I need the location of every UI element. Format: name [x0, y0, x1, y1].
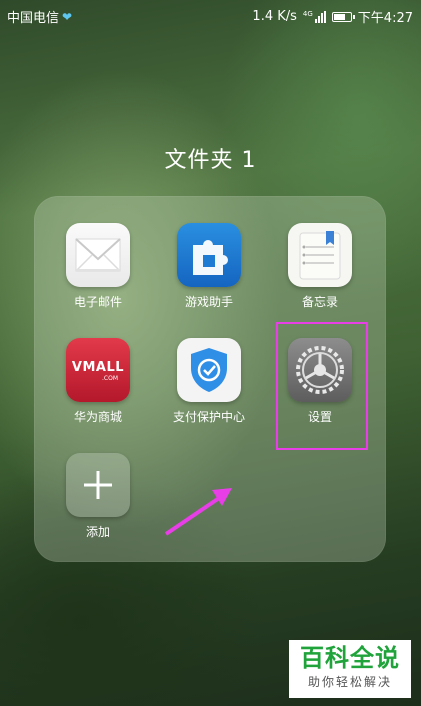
pointer-arrow-icon [164, 488, 232, 536]
vmall-icon: VMALL .COM [66, 338, 130, 402]
vmall-logo-subtext: .COM [102, 375, 118, 382]
carrier-group: 中国电信 ❤ [7, 7, 73, 27]
app-label: 支付保护中心 [172, 410, 245, 424]
app-label: 电子邮件 [73, 295, 122, 309]
app-vmall[interactable]: VMALL .COM 华为商城 [43, 338, 153, 425]
battery-icon [331, 11, 355, 22]
network-speed: 1.4 K/s [252, 9, 297, 24]
status-bar: 中国电信 ❤ 1.4 K/s 4G 下午4:27 [0, 0, 421, 32]
add-app-button[interactable]: 添加 [43, 453, 153, 540]
app-label: 游戏助手 [184, 295, 233, 309]
notepad-icon [288, 223, 352, 287]
app-email[interactable]: 电子邮件 [43, 223, 153, 310]
watermark-title: 百科全说 [300, 644, 400, 672]
watermark-subtitle: 助你轻松解决 [307, 675, 392, 689]
carrier-name: 中国电信 [7, 11, 60, 26]
app-label: 备忘录 [301, 295, 338, 309]
clock: 下午4:27 [357, 11, 413, 26]
folder-title[interactable]: 文件夹 1 [0, 142, 421, 174]
puzzle-icon [177, 223, 241, 287]
plus-icon [66, 453, 130, 517]
app-label: 华为商城 [73, 410, 122, 424]
watermark: 百科全说 助你轻松解决 [289, 640, 411, 698]
app-memo[interactable]: 备忘录 [265, 223, 375, 310]
vmall-logo-text: VMALL [71, 360, 125, 375]
shield-check-icon [177, 338, 241, 402]
heart-icon: ❤ [62, 9, 73, 24]
app-game-assistant[interactable]: 游戏助手 [154, 223, 264, 310]
mail-icon [66, 223, 130, 287]
signal-icon: 4G [302, 9, 326, 23]
network-type: 4G [302, 9, 313, 18]
settings-highlight-box [276, 322, 368, 450]
add-label: 添加 [85, 525, 110, 539]
status-right: 1.4 K/s 4G 下午4:27 [252, 7, 413, 26]
app-payment-protection[interactable]: 支付保护中心 [154, 338, 264, 425]
